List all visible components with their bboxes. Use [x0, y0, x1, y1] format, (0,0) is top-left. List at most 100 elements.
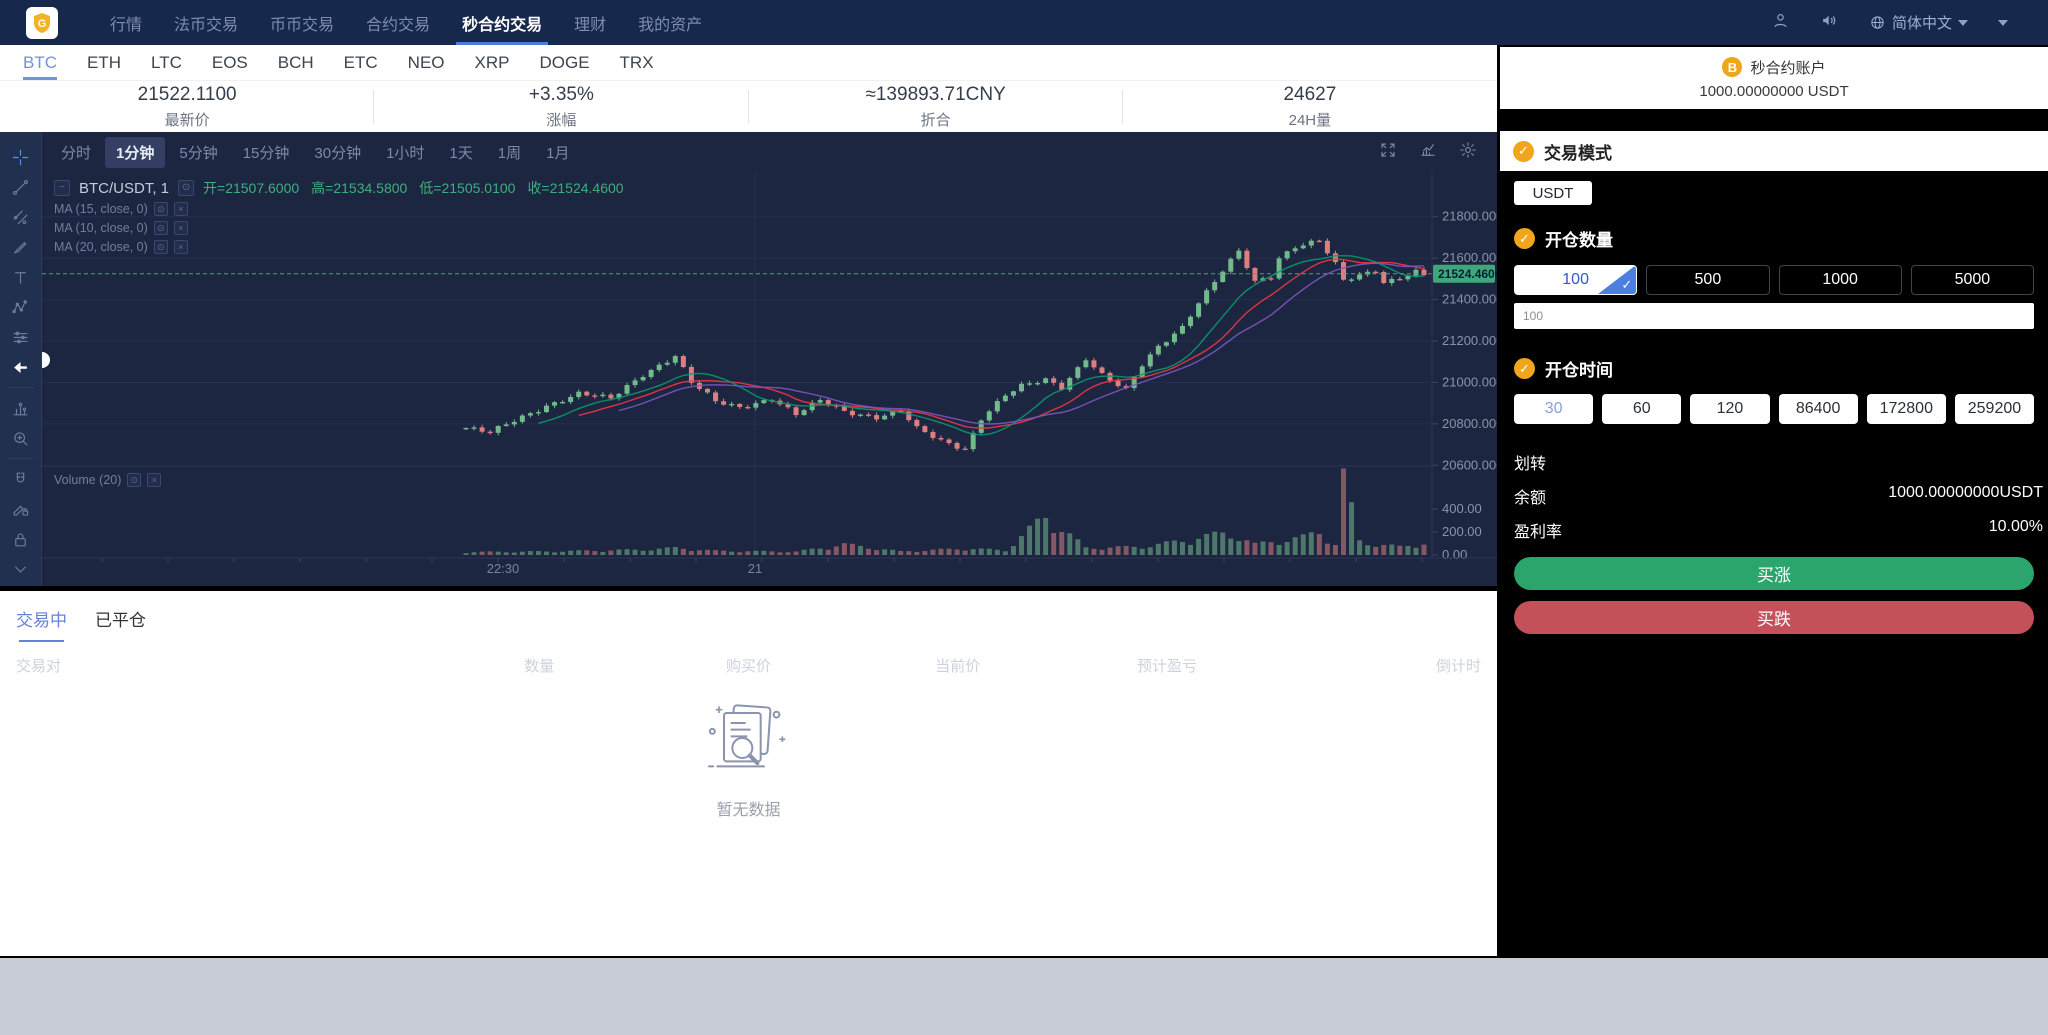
market-tab-ltc[interactable]: LTC: [136, 45, 197, 80]
plot-wrapper: − BTC/USDT, 1 ⊙ 开=21507.6000 高=21534.580…: [42, 172, 1497, 586]
timeframe-5[interactable]: 1小时: [375, 137, 435, 168]
forecast-icon[interactable]: [0, 322, 42, 352]
table-header-1: 数量: [435, 655, 644, 676]
timeframe-4[interactable]: 30分钟: [303, 137, 372, 168]
svg-text:21800.0000: 21800.0000: [1442, 209, 1497, 224]
nav-item-6[interactable]: 我的资产: [622, 0, 718, 45]
buy-down-button[interactable]: 买跌: [1514, 601, 2034, 634]
timeframe-7[interactable]: 1周: [487, 137, 532, 168]
chevron-down-icon[interactable]: [0, 554, 42, 584]
fullscreen-icon[interactable]: [1379, 141, 1397, 163]
nav-item-2[interactable]: 币币交易: [254, 0, 350, 45]
chart-legend: − BTC/USDT, 1 ⊙ 开=21507.6000 高=21534.580…: [54, 178, 624, 255]
positions-tab-0[interactable]: 交易中: [16, 606, 67, 642]
candle-style-icon[interactable]: ⊙: [178, 180, 194, 196]
duration-option-120[interactable]: 120: [1690, 394, 1769, 424]
market-tab-trx[interactable]: TRX: [605, 45, 669, 80]
text-icon[interactable]: [0, 262, 42, 292]
indicator-settings-icon[interactable]: ⊙: [154, 202, 168, 216]
market-tab-eos[interactable]: EOS: [197, 45, 263, 80]
svg-text:21200.0000: 21200.0000: [1442, 333, 1497, 348]
arrow-left-icon[interactable]: [0, 352, 42, 382]
brush-icon[interactable]: [0, 232, 42, 262]
top-navbar: G 行情法币交易币币交易合约交易秒合约交易理财我的资产 简体中文: [0, 0, 2048, 45]
amount-option-100[interactable]: 100✓: [1514, 265, 1637, 295]
indicator-settings-icon[interactable]: ⊙: [154, 240, 168, 254]
nav-item-1[interactable]: 法币交易: [158, 0, 254, 45]
ticker-converted: ≈139893.71CNY 折合: [749, 81, 1123, 132]
transfer-link[interactable]: 划转: [1500, 450, 1560, 474]
timeframe-6[interactable]: 1天: [438, 137, 483, 168]
change-value: +3.35%: [529, 84, 594, 106]
duration-options: 30 60 120 86400 172800 259200: [1500, 394, 2048, 424]
timeframe-8[interactable]: 1月: [535, 137, 580, 168]
amount-input[interactable]: [1514, 303, 2034, 329]
market-tab-etc[interactable]: ETC: [329, 45, 393, 80]
draw-lock-icon[interactable]: [0, 494, 42, 524]
user-icon[interactable]: [1771, 11, 1790, 35]
ohlc-high: 高=21534.5800: [311, 178, 407, 198]
left-column: BTCETHLTCEOSBCHETCNEOXRPDOGETRX 21522.11…: [0, 45, 1497, 956]
magnet-icon[interactable]: [0, 464, 42, 494]
ma-indicator-label: MA (15, close, 0): [54, 202, 148, 216]
sound-icon[interactable]: [1820, 11, 1839, 35]
currency-chip[interactable]: USDT: [1514, 181, 1592, 205]
pattern-icon[interactable]: [0, 292, 42, 322]
account-card: B 秒合约账户 1000.00000000 USDT: [1500, 47, 2048, 109]
nav-item-3[interactable]: 合约交易: [350, 0, 446, 45]
table-header-0: 交易对: [16, 655, 435, 676]
amount-option-1000[interactable]: 1000: [1779, 265, 1902, 295]
market-tab-bch[interactable]: BCH: [263, 45, 329, 80]
qty-label: 开仓数量: [1545, 226, 1613, 251]
table-header-4: 预计盈亏: [1062, 655, 1271, 676]
indicator-close-icon[interactable]: ×: [147, 473, 161, 487]
nav-item-4[interactable]: 秒合约交易: [446, 0, 558, 45]
market-tab-btc[interactable]: BTC: [8, 45, 72, 80]
volume-indicator-label: Volume (20): [54, 473, 121, 487]
market-tab-neo[interactable]: NEO: [393, 45, 460, 80]
buy-up-button[interactable]: 买涨: [1514, 557, 2034, 590]
timeframe-3[interactable]: 15分钟: [232, 137, 301, 168]
ticker-bar: 21522.1100 最新价 +3.35% 涨幅 ≈139893.71CNY 折…: [0, 81, 1497, 132]
indicator-close-icon[interactable]: ×: [174, 221, 188, 235]
duration-option-172800[interactable]: 172800: [1867, 394, 1946, 424]
trendline-icon[interactable]: [0, 172, 42, 202]
timeframe-2[interactable]: 5分钟: [168, 137, 228, 168]
positions-table-header: 交易对数量购买价当前价预计盈亏倒计时: [0, 642, 1497, 689]
duration-option-259200[interactable]: 259200: [1955, 394, 2034, 424]
empty-docs-icon: [699, 696, 799, 780]
lock-icon[interactable]: [0, 524, 42, 554]
language-selector[interactable]: 简体中文: [1869, 12, 1968, 33]
duration-option-60[interactable]: 60: [1602, 394, 1681, 424]
timeframe-1[interactable]: 1分钟: [105, 137, 165, 168]
indicator-settings-icon[interactable]: ⊙: [154, 221, 168, 235]
indicator-settings-icon[interactable]: ⊙: [127, 473, 141, 487]
market-tab-xrp[interactable]: XRP: [460, 45, 525, 80]
zoom-in-icon[interactable]: [0, 423, 42, 453]
table-header-3: 当前价: [853, 655, 1062, 676]
duration-option-86400[interactable]: 86400: [1779, 394, 1858, 424]
trade-mode-label: 交易模式: [1544, 139, 1612, 164]
channel-icon[interactable]: [0, 202, 42, 232]
indicator-close-icon[interactable]: ×: [174, 202, 188, 216]
market-tab-doge[interactable]: DOGE: [524, 45, 604, 80]
chart-area: 分时1分钟5分钟15分钟30分钟1小时1天1周1月 − BTC/USDT, 1 …: [0, 132, 1497, 586]
nav-item-5[interactable]: 理财: [558, 0, 622, 45]
timeframe-0[interactable]: 分时: [50, 137, 102, 168]
settings-icon[interactable]: [1459, 141, 1477, 163]
indicator-close-icon[interactable]: ×: [174, 240, 188, 254]
amount-option-500[interactable]: 500: [1646, 265, 1769, 295]
amount-option-5000[interactable]: 5000: [1911, 265, 2034, 295]
caret-down-icon[interactable]: [1998, 20, 2008, 26]
ticker-volume: 24627 24H量: [1123, 81, 1497, 132]
trade-panel: B 秒合约账户 1000.00000000 USDT ✓ 交易模式 USDT ✓…: [1500, 45, 2048, 958]
duration-option-30[interactable]: 30: [1514, 394, 1593, 424]
market-tab-eth[interactable]: ETH: [72, 45, 136, 80]
nav-item-0[interactable]: 行情: [94, 0, 158, 45]
indicators-icon[interactable]: [1419, 141, 1437, 163]
positions-tab-1[interactable]: 已平仓: [95, 606, 146, 642]
navbar-right: 简体中文: [1771, 11, 2008, 35]
legend-collapse-icon[interactable]: −: [54, 180, 70, 196]
crosshair-icon[interactable]: [0, 142, 42, 172]
indicator-bars-icon[interactable]: [0, 393, 42, 423]
